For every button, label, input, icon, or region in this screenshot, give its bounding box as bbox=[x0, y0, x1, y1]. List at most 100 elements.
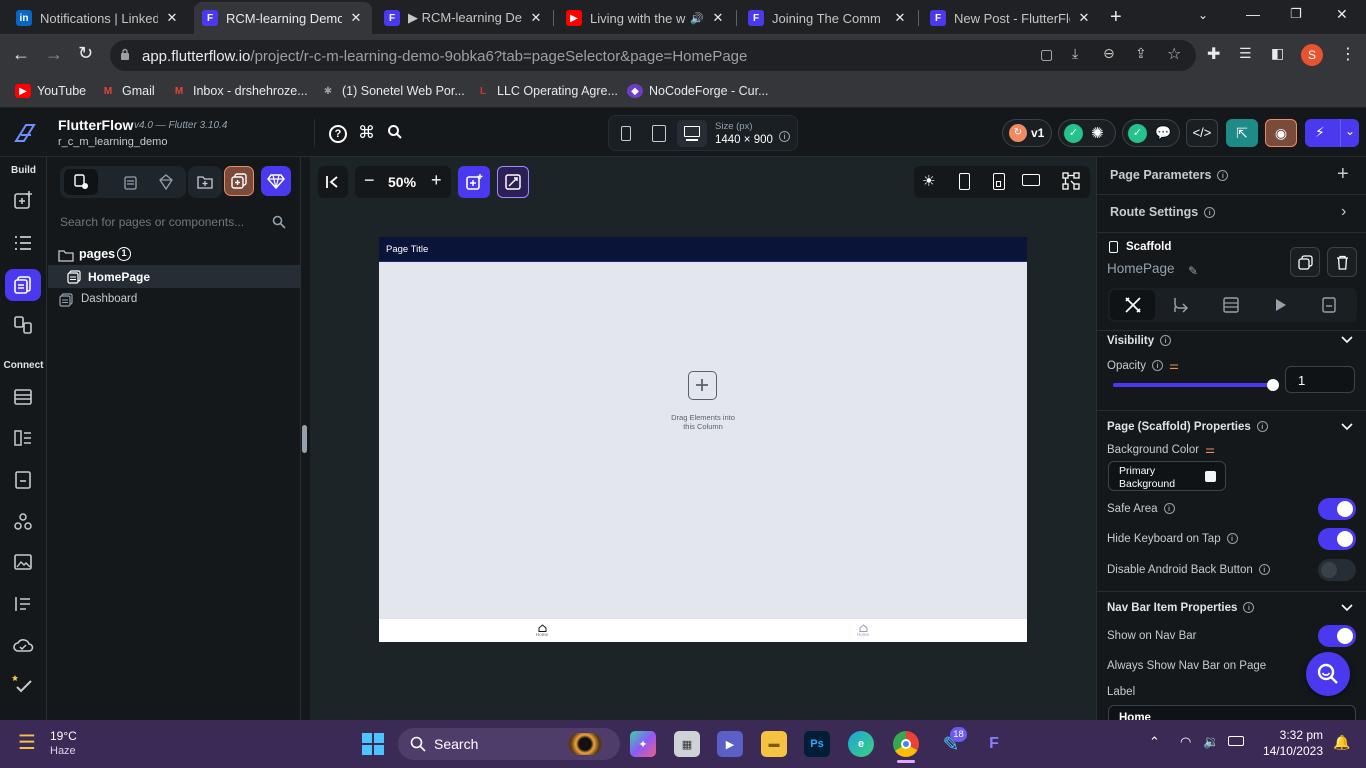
panel-resize-handle[interactable] bbox=[302, 425, 307, 453]
bookmark-sonetel[interactable]: ✱ (1) Sonetel Web Por... bbox=[320, 82, 465, 100]
side-panel-icon[interactable]: ◧ bbox=[1271, 45, 1284, 62]
clock-date[interactable]: 14/10/2023 bbox=[1245, 744, 1323, 758]
firestore-icon[interactable] bbox=[10, 384, 36, 410]
search-pages-input[interactable] bbox=[60, 210, 270, 234]
check-success-icon[interactable]: ✓ bbox=[1128, 124, 1147, 143]
storyboard-icon[interactable] bbox=[10, 312, 36, 338]
opacity-slider-thumb[interactable] bbox=[1267, 379, 1279, 391]
route-settings-title[interactable]: Route Settings i bbox=[1110, 205, 1216, 219]
info-icon[interactable]: i bbox=[1226, 533, 1238, 545]
delete-button[interactable] bbox=[1327, 247, 1357, 277]
minimize-icon[interactable]: — bbox=[1246, 6, 1260, 22]
search-pages-field[interactable] bbox=[60, 210, 290, 234]
widget-tree-icon[interactable] bbox=[10, 230, 36, 256]
chevron-down-icon[interactable] bbox=[1341, 604, 1353, 612]
version-button[interactable]: ↻ v1 bbox=[1002, 119, 1052, 147]
check-success-icon[interactable]: ✓ bbox=[1064, 124, 1083, 143]
zoom-icon[interactable]: ⊖ bbox=[1103, 45, 1115, 62]
integrations-icon[interactable] bbox=[10, 509, 36, 535]
close-tab-icon[interactable]: ✕ bbox=[710, 10, 726, 26]
taskbar-search-box[interactable]: Search bbox=[398, 728, 620, 760]
info-icon[interactable]: i bbox=[1163, 503, 1175, 515]
tab-search-icon[interactable]: ⌄ bbox=[1198, 8, 1208, 22]
photoshop-icon[interactable]: Ps bbox=[804, 731, 830, 757]
schema-icon[interactable] bbox=[10, 425, 36, 451]
pages-folder[interactable]: pages 1 bbox=[58, 246, 298, 266]
test-checklist-icon[interactable] bbox=[10, 671, 36, 697]
chevron-down-icon[interactable] bbox=[1341, 423, 1353, 431]
mobile-device-icon[interactable] bbox=[621, 126, 631, 141]
code-view-button[interactable]: </> bbox=[1186, 119, 1218, 147]
info-icon[interactable]: i bbox=[1204, 207, 1216, 219]
close-tab-icon[interactable]: ✕ bbox=[892, 10, 908, 26]
file-explorer-icon[interactable]: ▦ bbox=[674, 731, 700, 757]
chevron-down-icon[interactable] bbox=[1341, 336, 1353, 344]
add-parameter-icon[interactable]: + bbox=[1337, 163, 1349, 186]
search-icon[interactable] bbox=[387, 124, 403, 140]
duplicate-button[interactable] bbox=[1290, 247, 1320, 277]
page-properties-title[interactable]: Page (Scaffold) Properties i bbox=[1107, 421, 1268, 433]
add-widget-icon[interactable] bbox=[10, 187, 36, 213]
comments-icon[interactable]: 💬 bbox=[1155, 125, 1171, 141]
profile-avatar[interactable]: S bbox=[1301, 44, 1323, 66]
variable-icon[interactable]: ⚌ bbox=[1169, 360, 1179, 372]
bookmark-llc[interactable]: L LLC Operating Agre... bbox=[475, 82, 618, 100]
teams-meet-icon[interactable]: ▶ bbox=[717, 731, 743, 757]
navbar-properties-title[interactable]: Nav Bar Item Properties i bbox=[1107, 602, 1255, 614]
tablet-device-icon[interactable] bbox=[652, 125, 666, 142]
back-icon[interactable]: ← bbox=[12, 44, 30, 65]
size-info-icon[interactable]: i bbox=[779, 128, 790, 146]
zoom-out-button[interactable]: − bbox=[364, 170, 375, 191]
info-icon[interactable]: i bbox=[1243, 602, 1255, 614]
canvas-settings-icon[interactable] bbox=[1062, 172, 1080, 190]
preview-eye-button[interactable]: ◉ bbox=[1265, 119, 1297, 147]
page-item-dashboard[interactable]: Dashboard bbox=[48, 290, 301, 310]
close-tab-icon[interactable]: ✕ bbox=[348, 10, 364, 26]
bookmark-nocodeforge[interactable]: ◆ NoCodeForge - Cur... bbox=[627, 82, 769, 100]
restore-icon[interactable]: ❐ bbox=[1290, 6, 1302, 22]
api-calls-icon[interactable] bbox=[10, 467, 36, 493]
extensions-icon[interactable]: ✚ bbox=[1207, 44, 1220, 64]
cloud-deploy-icon[interactable] bbox=[10, 632, 36, 658]
copilot-pre-icon[interactable]: ✦ bbox=[630, 731, 656, 757]
install-app-icon[interactable]: ⤓ bbox=[1072, 45, 1078, 62]
info-icon[interactable]: i bbox=[1217, 170, 1229, 182]
notifications-bell-icon[interactable]: 🔔 bbox=[1333, 734, 1350, 751]
close-tab-icon[interactable]: ✕ bbox=[1076, 10, 1092, 26]
background-color-picker[interactable]: Primary Background bbox=[1108, 461, 1226, 491]
theme-sun-icon[interactable]: ☀ bbox=[922, 172, 935, 190]
weather-haze-icon[interactable]: ☰ bbox=[18, 730, 36, 755]
new-folder-button[interactable] bbox=[188, 166, 222, 198]
run-button[interactable]: ⚡ ⌄ bbox=[1305, 119, 1359, 147]
keyboard-icon[interactable] bbox=[1022, 174, 1040, 186]
page-info-icon[interactable]: ▢ bbox=[1040, 46, 1053, 63]
info-icon[interactable]: i bbox=[1160, 335, 1172, 347]
visibility-title[interactable]: Visibility i bbox=[1107, 335, 1172, 347]
edit-name-icon[interactable]: ✎ bbox=[1188, 264, 1198, 278]
app-bar[interactable]: Page Title bbox=[379, 237, 1027, 262]
chrome-menu-icon[interactable]: ⋮ bbox=[1340, 44, 1356, 64]
tab-youtube[interactable]: ▶ Living with the w 🔊 ✕ bbox=[558, 2, 734, 34]
share-icon[interactable]: ⇪ bbox=[1135, 45, 1147, 62]
bookmark-inbox[interactable]: M Inbox - drshehroze... bbox=[171, 82, 308, 100]
page-item-homepage[interactable]: HomePage bbox=[48, 265, 301, 288]
variable-icon[interactable]: ⚌ bbox=[1205, 444, 1215, 456]
tab-joining-the-community[interactable]: F Joining The Comm ✕ bbox=[740, 2, 916, 34]
actions-tab-icon[interactable] bbox=[1172, 296, 1190, 314]
page-title[interactable]: Page Title bbox=[386, 244, 428, 255]
tab-rcm-learning-demo-2[interactable]: F ▶ RCM-learning Demo ✕ bbox=[376, 2, 552, 34]
backend-query-tab-icon[interactable] bbox=[1222, 296, 1240, 314]
command-icon[interactable]: ⌘ bbox=[358, 123, 375, 143]
hide-keyboard-toggle[interactable] bbox=[1318, 528, 1356, 550]
add-child-icon[interactable] bbox=[688, 371, 717, 400]
reload-icon[interactable]: ↻ bbox=[78, 43, 93, 64]
marketplace-button[interactable] bbox=[261, 166, 291, 196]
volume-icon[interactable]: 🔉 bbox=[1203, 734, 1219, 750]
bookmark-gmail[interactable]: M Gmail bbox=[100, 82, 155, 100]
tab-rcm-learning-demo[interactable]: F RCM-learning Demo ✕ bbox=[194, 2, 372, 34]
add-element-button[interactable] bbox=[458, 166, 490, 198]
new-tab-icon[interactable]: + bbox=[1110, 6, 1122, 29]
url-text[interactable]: app.flutterflow.io/project/r-c-m-learnin… bbox=[142, 48, 747, 65]
zoom-in-button[interactable]: + bbox=[431, 170, 442, 191]
size-value[interactable]: 1440 × 900 bbox=[715, 134, 773, 146]
